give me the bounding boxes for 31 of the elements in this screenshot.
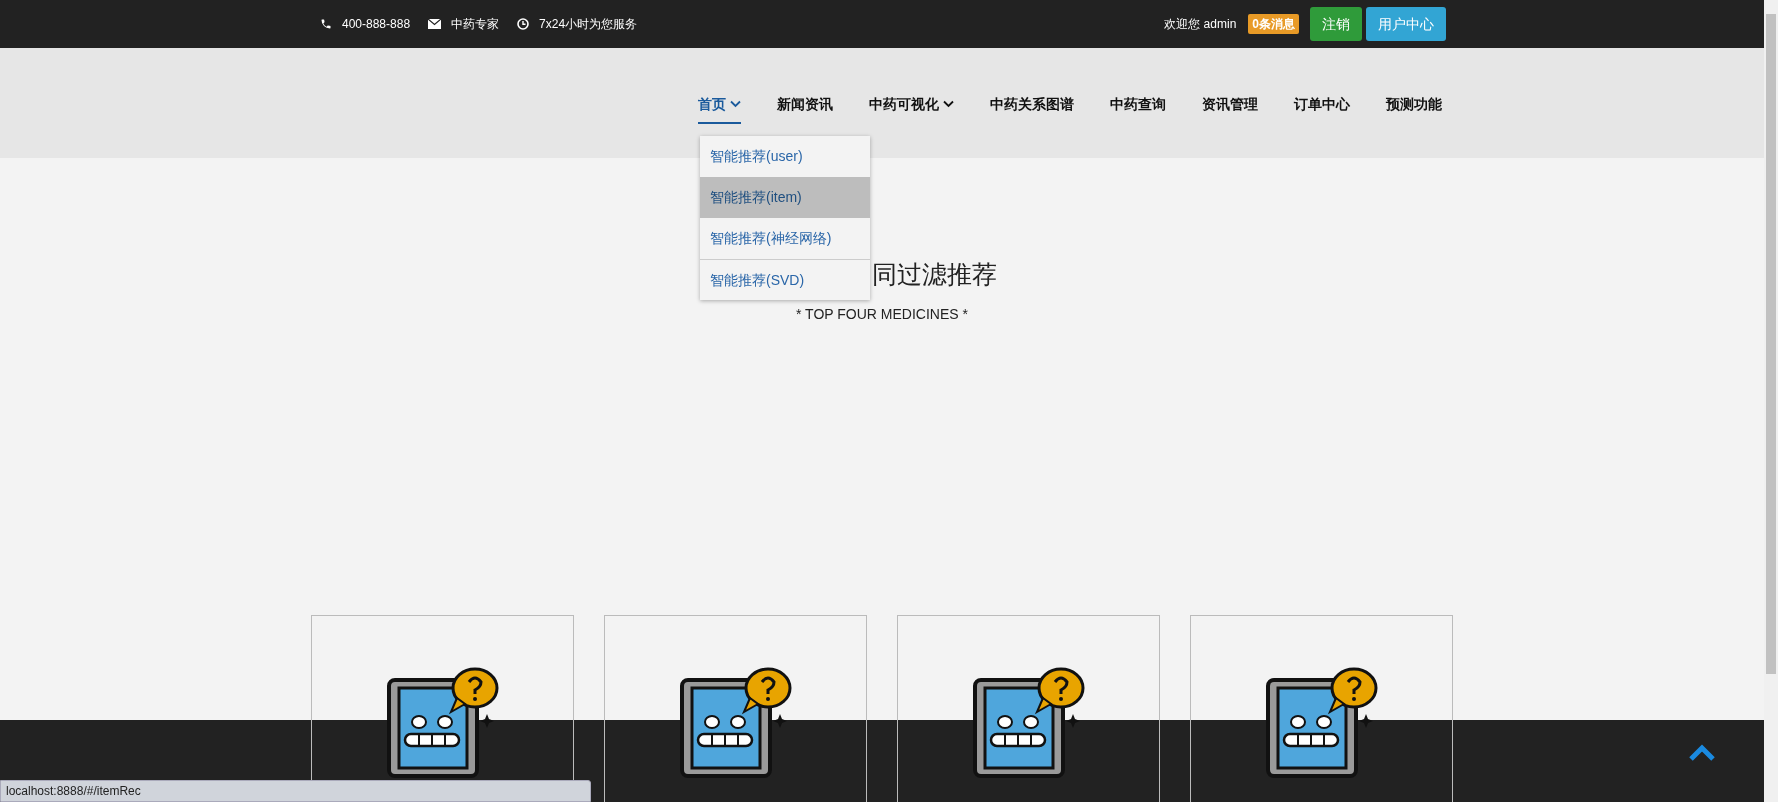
robot-tablet-icon [384, 665, 501, 778]
status-url: localhost:8888/#/itemRec [6, 783, 141, 800]
dropdown-item[interactable]: 智能推荐(SVD) [700, 259, 870, 300]
envelope-icon [428, 19, 442, 29]
dropdown-item[interactable]: 智能推荐(item) [700, 177, 870, 218]
clock-icon [517, 18, 530, 30]
logout-button[interactable]: 注销 [1310, 7, 1362, 41]
phone-icon [320, 18, 332, 30]
robot-tablet-icon [970, 665, 1087, 778]
nav-link[interactable]: 新闻资讯 [777, 86, 833, 124]
back-to-top-button[interactable] [1688, 744, 1716, 762]
product-card[interactable] [1190, 614, 1453, 802]
nav-link[interactable]: 资讯管理 [1202, 86, 1258, 124]
nav-link[interactable]: 预测功能 [1386, 86, 1442, 124]
section-title: 同过滤推荐 [871, 259, 997, 290]
robot-tablet-icon [677, 665, 794, 778]
nav-link[interactable]: 订单中心 [1294, 86, 1350, 124]
product-card[interactable] [897, 614, 1160, 802]
nav-link[interactable]: 中药关系图谱 [990, 86, 1074, 124]
service-hours: 7x24小时为您服务 [539, 16, 638, 33]
product-card[interactable] [604, 614, 867, 802]
expert-label: 中药专家 [451, 16, 500, 33]
nav-link[interactable]: 首页 [698, 86, 741, 124]
robot-tablet-icon [1263, 665, 1380, 778]
nav-link[interactable]: 中药查询 [1110, 86, 1166, 124]
section-subtitle: * TOP FOUR MEDICINES * [796, 304, 968, 324]
nav-link[interactable]: 中药可视化 [869, 86, 954, 124]
dropdown-item[interactable]: 智能推荐(神经网络) [700, 218, 870, 259]
dropdown-item[interactable]: 智能推荐(user) [700, 136, 870, 177]
welcome-text: 欢迎您 admin [1164, 16, 1237, 33]
phone-number: 400-888-888 [342, 16, 411, 33]
